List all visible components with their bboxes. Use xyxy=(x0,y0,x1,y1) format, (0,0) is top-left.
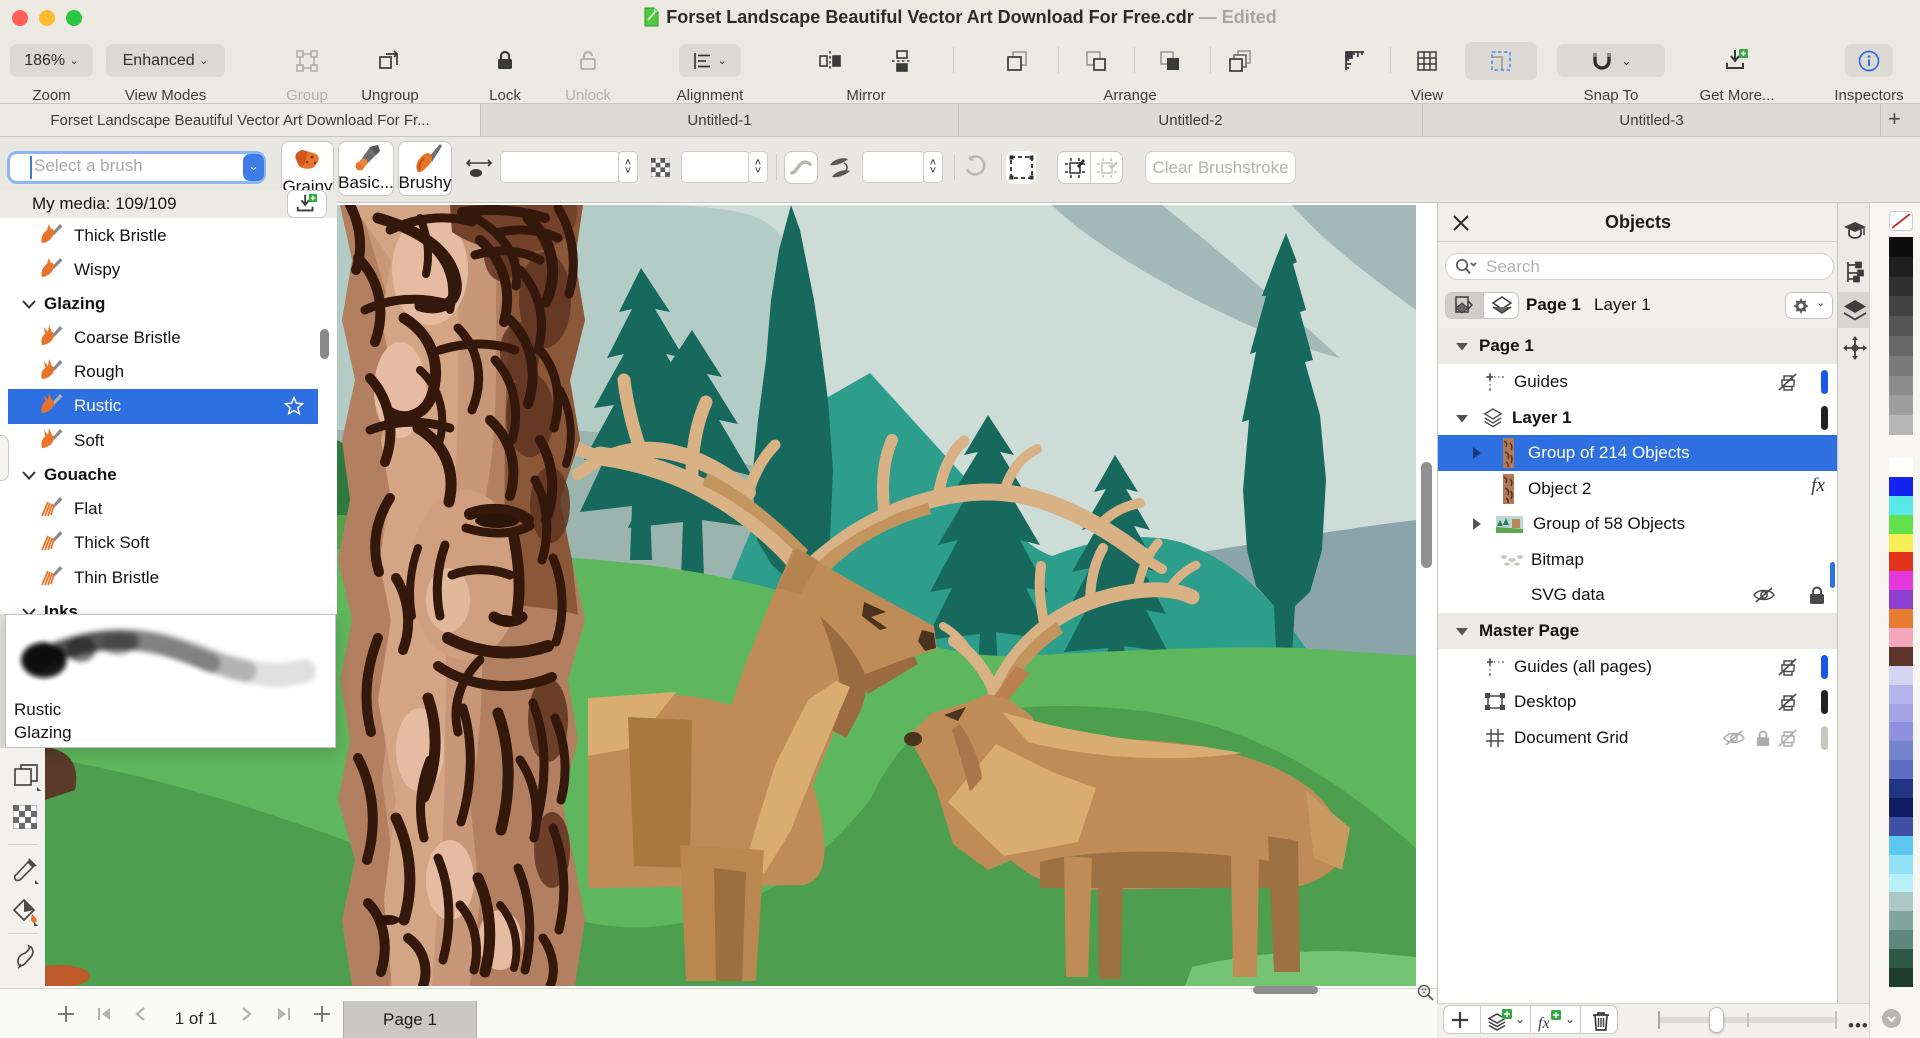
svg-text:fx: fx xyxy=(1538,1015,1550,1032)
